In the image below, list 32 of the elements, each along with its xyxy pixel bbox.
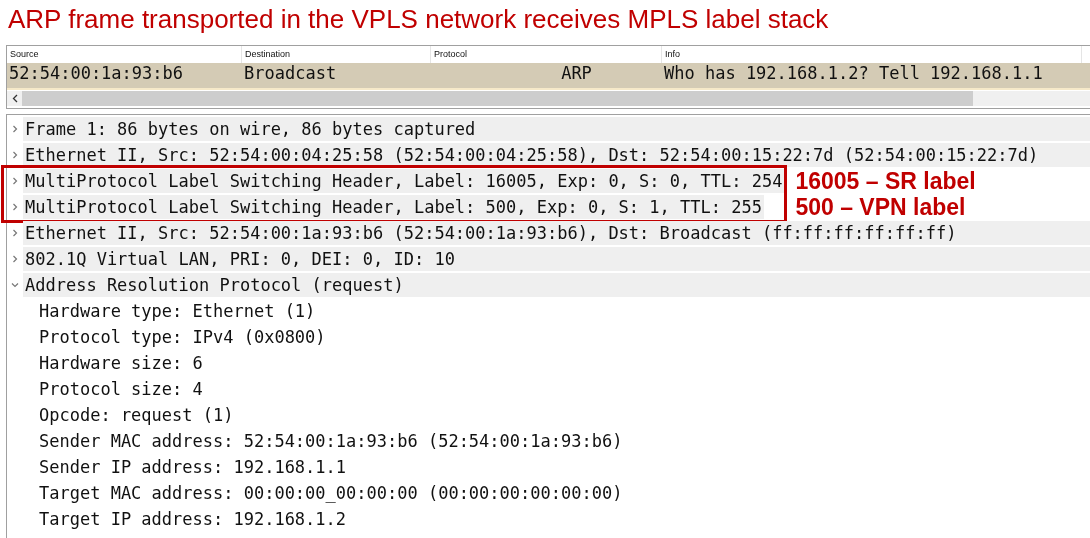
tree-item[interactable]: 802.1Q Virtual LAN, PRI: 0, DEI: 0, ID: 10 bbox=[23, 247, 1090, 271]
packet-cell: 52:54:00:1a:93:b6 bbox=[9, 63, 183, 83]
tree-item[interactable]: MultiProtocol Label Switching Header, Label: 16005, Exp: 0, S: 0, TTL: 254 bbox=[23, 169, 785, 193]
packet-cell: Broadcast bbox=[244, 63, 337, 83]
field-line: Opcode: request (1) bbox=[38, 404, 235, 427]
packet-row[interactable]: 52:54:00:1a:93:b6 Broadcast ARP Who has 192.168.1.2? Tell 192.168.1.1 bbox=[7, 63, 1090, 90]
expand-icon[interactable] bbox=[12, 151, 18, 159]
field-line: Sender MAC address: 52:54:00:1a:93:b6 (52:54:00:1a:93:b6) bbox=[38, 430, 624, 453]
tree-item[interactable]: Ethernet II, Src: 52:54:00:04:25:58 (52:54:00:04:25:58), Dst: 52:54:00:15:22:7d (52:54:00:15:22:7d) bbox=[23, 143, 1090, 167]
field-line: Protocol type: IPv4 (0x0800) bbox=[38, 326, 327, 349]
field-line: Target MAC address: 00:00:00_00:00:00 (00:00:00:00:00:00) bbox=[38, 482, 624, 505]
expand-icon[interactable] bbox=[12, 125, 18, 133]
slide-title: ARP frame transported in the VPLS network receives MPLS label stack bbox=[7, 3, 830, 35]
tree-item[interactable]: Address Resolution Protocol (request) bbox=[23, 273, 1090, 297]
field-line: Target IP address: 192.168.1.2 bbox=[38, 508, 348, 531]
field-line: Sender IP address: 192.168.1.1 bbox=[38, 456, 348, 479]
collapse-icon[interactable] bbox=[11, 282, 19, 288]
field-line: Hardware type: Ethernet (1) bbox=[38, 300, 317, 323]
annotation-text: 16005 – SR label bbox=[795, 168, 976, 194]
tree-item[interactable]: Ethernet II, Src: 52:54:00:1a:93:b6 (52:54:00:1a:93:b6), Dst: Broadcast (ff:ff:ff:ff:ff:ff) bbox=[23, 221, 1090, 245]
scroll-left-icon[interactable] bbox=[11, 94, 18, 103]
annotation-text: 500 – VPN label bbox=[795, 194, 967, 220]
expand-icon[interactable] bbox=[12, 177, 18, 185]
expand-icon[interactable] bbox=[12, 229, 18, 237]
packet-cell: Who has 192.168.1.2? Tell 192.168.1.1 bbox=[664, 63, 1043, 83]
tree-item[interactable]: MultiProtocol Label Switching Header, Label: 500, Exp: 0, S: 1, TTL: 255 bbox=[23, 195, 764, 219]
tree-item[interactable]: Frame 1: 86 bytes on wire, 86 bytes captured bbox=[23, 117, 1090, 141]
expand-icon[interactable] bbox=[12, 203, 18, 211]
field-line: Protocol size: 4 bbox=[38, 378, 204, 401]
expand-icon[interactable] bbox=[12, 255, 18, 263]
field-line: Hardware size: 6 bbox=[38, 352, 204, 375]
packet-cell: ARP bbox=[561, 63, 592, 83]
